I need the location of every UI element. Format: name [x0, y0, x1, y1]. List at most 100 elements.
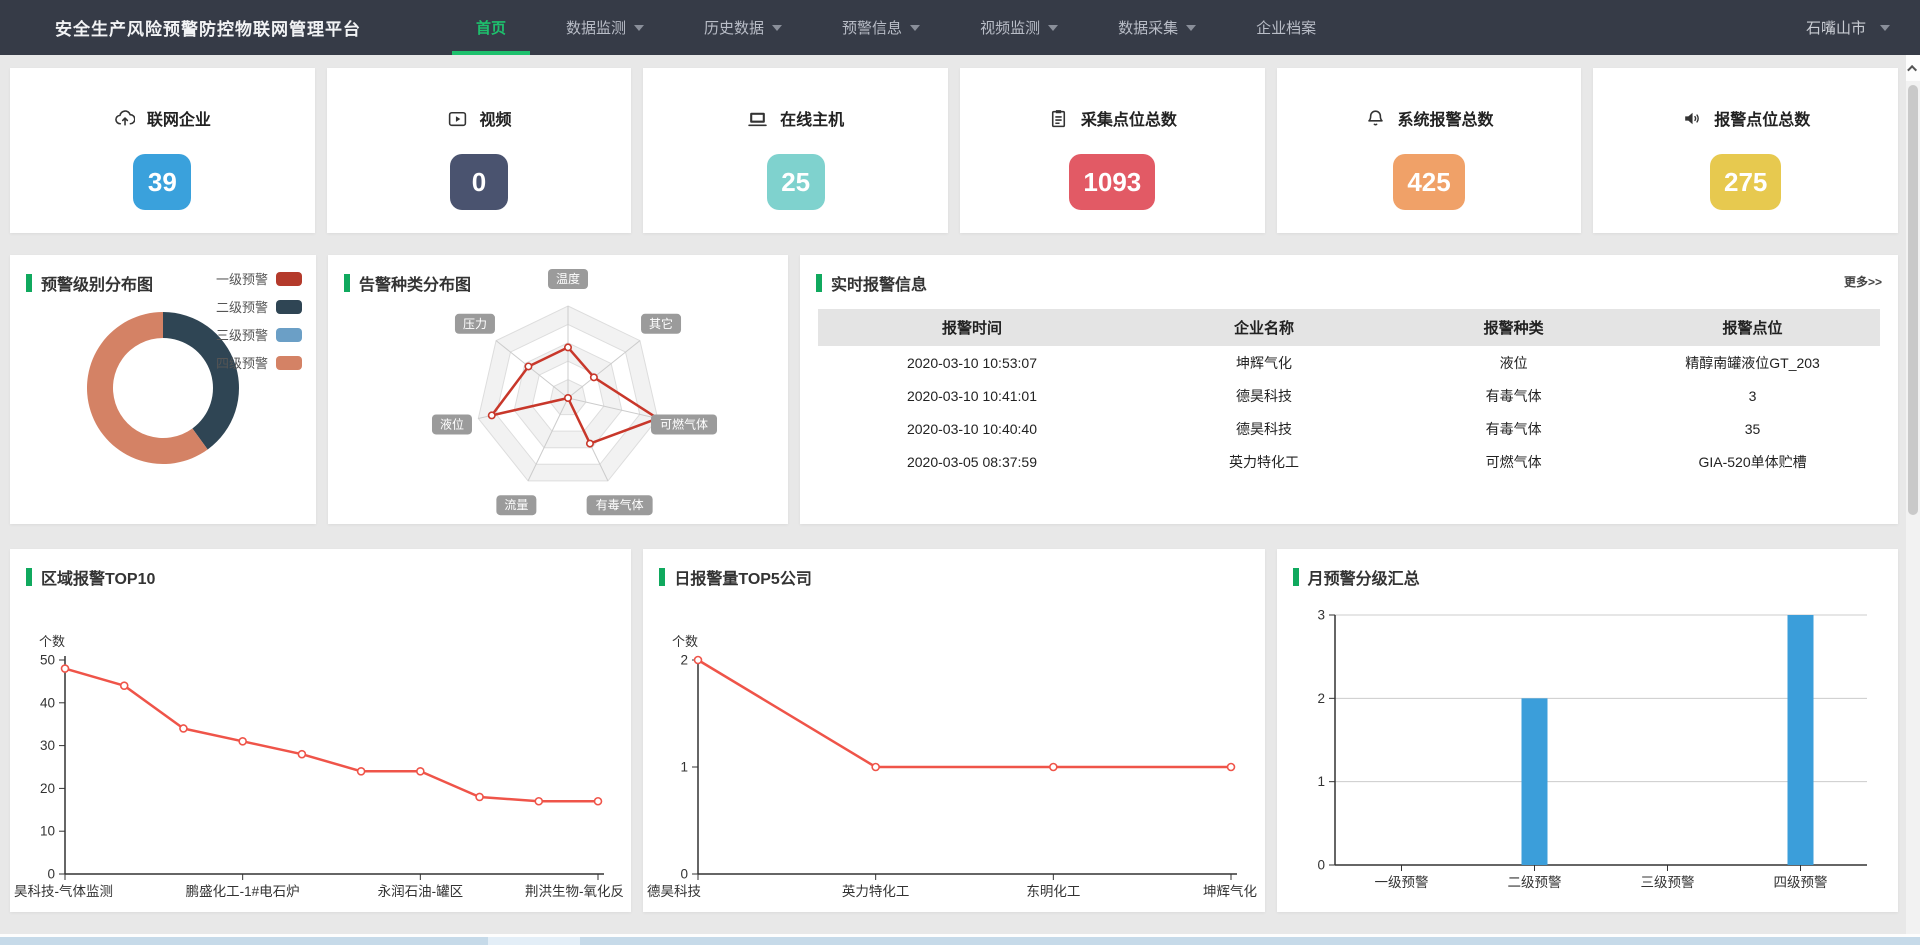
panel-title: 实时报警信息 — [800, 255, 1898, 295]
more-link[interactable]: 更多>> — [1844, 273, 1882, 290]
svg-text:三级预警: 三级预警 — [1640, 875, 1694, 890]
stat-value-badge: 275 — [1710, 154, 1781, 210]
legend-label: 四级预警 — [216, 353, 268, 372]
nav-item-home[interactable]: 首页 — [446, 0, 536, 55]
legend-label: 一级预警 — [216, 269, 268, 288]
title-accent-bar — [26, 274, 32, 292]
chevron-down-icon — [1186, 25, 1196, 31]
region-selector[interactable]: 石嘴山市 — [1806, 17, 1890, 38]
stat-label: 在线主机 — [780, 106, 844, 130]
cell-alarm-point: GIA-520单体贮槽 — [1625, 445, 1880, 478]
panel-title-text: 区域报警TOP10 — [41, 565, 155, 589]
legend-item[interactable]: 四级预警 — [216, 353, 302, 372]
cell-enterprise-name: 德昊科技 — [1126, 412, 1402, 445]
stat-label: 报警点位总数 — [1714, 106, 1810, 130]
nav-item-video-monitor[interactable]: 视频监测 — [950, 0, 1088, 55]
video-icon — [447, 108, 468, 129]
svg-text:有毒气体: 有毒气体 — [596, 497, 644, 512]
middle-row: 预警级别分布图 一级预警 二级预警 三级预警 四级预警 告警种 — [10, 255, 1898, 524]
panel-title-text: 日报警量TOP5公司 — [674, 565, 812, 589]
nav-item-data-monitor[interactable]: 数据监测 — [536, 0, 674, 55]
table-row: 2020-03-10 10:41:01 德昊科技 有毒气体 3 — [818, 379, 1880, 412]
stats-row: 联网企业 39 视频 0 在线主机 25 采集点位总数 1093 系统报警总数 … — [10, 68, 1898, 233]
warning-level-panel: 预警级别分布图 一级预警 二级预警 三级预警 四级预警 — [10, 255, 316, 524]
svg-text:可燃气体: 可燃气体 — [660, 416, 708, 431]
legend-swatch — [276, 328, 302, 342]
vertical-scrollbar-thumb[interactable] — [1908, 85, 1918, 515]
panel-title: 区域报警TOP10 — [10, 549, 631, 589]
svg-text:英力特化工: 英力特化工 — [842, 883, 910, 899]
svg-text:0: 0 — [47, 867, 55, 882]
monthly-warning-panel: 月预警分级汇总 0123一级预警二级预警三级预警四级预警 — [1277, 549, 1898, 912]
nav-item-data-collect[interactable]: 数据采集 — [1088, 0, 1226, 55]
chevron-down-icon — [1880, 25, 1890, 31]
legend-item[interactable]: 三级预警 — [216, 325, 302, 344]
legend-swatch — [276, 272, 302, 286]
svg-text:2: 2 — [1317, 691, 1325, 706]
svg-text:永润石油-罐区: 永润石油-罐区 — [378, 884, 464, 899]
table-header-row: 报警时间 企业名称 报警种类 报警点位 — [818, 309, 1880, 346]
vertical-scrollbar[interactable] — [1906, 55, 1920, 937]
cell-alarm-point: 3 — [1625, 379, 1880, 412]
nav-item-label: 历史数据 — [704, 17, 764, 38]
svg-text:0: 0 — [681, 867, 689, 882]
main-menu: 首页 数据监测 历史数据 预警信息 视频监测 数据采集 企业档案 — [446, 0, 1346, 55]
legend-label: 二级预警 — [216, 297, 268, 316]
svg-text:一级预警: 一级预警 — [1374, 875, 1428, 890]
realtime-alarm-panel: 实时报警信息 更多>> 报警时间 企业名称 报警种类 报警点位 2020-03-… — [800, 255, 1898, 524]
svg-text:1: 1 — [1317, 774, 1325, 789]
nav-item-warning-info[interactable]: 预警信息 — [812, 0, 950, 55]
daily-top5-panel: 日报警量TOP5公司 个数012德昊科技英力特化工东明化工坤辉气化 — [643, 549, 1264, 912]
monthly-warning-bar-chart: 0123一级预警二级预警三级预警四级预警 — [1277, 599, 1895, 909]
legend-swatch — [276, 356, 302, 370]
alarm-type-panel: 告警种类分布图 温度其它可燃气体有毒气体流量液位压力 — [328, 255, 788, 524]
stat-card-system-alarms: 系统报警总数 425 — [1277, 68, 1582, 233]
svg-text:1: 1 — [681, 760, 689, 775]
stat-card-video: 视频 0 — [327, 68, 632, 233]
monitor-icon — [747, 108, 768, 129]
panel-title-text: 告警种类分布图 — [359, 271, 471, 295]
stat-label: 联网企业 — [147, 106, 211, 130]
title-accent-bar — [344, 274, 350, 292]
legend-item[interactable]: 一级预警 — [216, 269, 302, 288]
bell-icon — [1365, 108, 1386, 129]
cell-alarm-time: 2020-03-05 08:37:59 — [818, 445, 1126, 478]
horizontal-scrollbar-thumb[interactable] — [488, 937, 580, 945]
nav-item-history-data[interactable]: 历史数据 — [674, 0, 812, 55]
scroll-up-button[interactable] — [1906, 55, 1920, 81]
svg-text:0: 0 — [1317, 858, 1325, 873]
stat-value-badge: 425 — [1393, 154, 1464, 210]
cell-alarm-point: 精醇南罐液位GT_203 — [1625, 346, 1880, 379]
legend-label: 三级预警 — [216, 325, 268, 344]
svg-text:3: 3 — [1317, 608, 1325, 623]
cell-alarm-point: 35 — [1625, 412, 1880, 445]
horizontal-scrollbar[interactable] — [0, 934, 1920, 945]
stat-label: 系统报警总数 — [1398, 106, 1494, 130]
svg-text:德昊科技: 德昊科技 — [647, 884, 701, 899]
top-nav: 安全生产风险预警防控物联网管理平台 首页 数据监测 历史数据 预警信息 视频监测… — [0, 0, 1920, 55]
stat-card-alarm-points: 报警点位总数 275 — [1593, 68, 1898, 233]
panel-title-text: 月预警分级汇总 — [1308, 565, 1420, 589]
nav-item-enterprise-archive[interactable]: 企业档案 — [1226, 0, 1346, 55]
panel-title: 告警种类分布图 — [328, 255, 788, 295]
speaker-icon — [1681, 108, 1702, 129]
svg-text:昊科技-气体监测: 昊科技-气体监测 — [14, 884, 113, 899]
svg-text:个数: 个数 — [39, 634, 65, 649]
table-row: 2020-03-05 08:37:59 英力特化工 可燃气体 GIA-520单体… — [818, 445, 1880, 478]
legend-item[interactable]: 二级预警 — [216, 297, 302, 316]
svg-text:40: 40 — [40, 695, 55, 710]
svg-text:东明化工: 东明化工 — [1027, 884, 1081, 899]
app-title: 安全生产风险预警防控物联网管理平台 — [55, 15, 361, 40]
chevron-down-icon — [634, 25, 644, 31]
region-name: 石嘴山市 — [1806, 17, 1866, 38]
svg-text:30: 30 — [40, 738, 55, 753]
chevron-down-icon — [772, 25, 782, 31]
stat-card-collect-points: 采集点位总数 1093 — [960, 68, 1265, 233]
svg-text:50: 50 — [40, 653, 55, 668]
cell-alarm-time: 2020-03-10 10:53:07 — [818, 346, 1126, 379]
panel-title-text: 实时报警信息 — [831, 271, 927, 295]
chevron-down-icon — [910, 25, 920, 31]
stat-value-badge: 1093 — [1069, 154, 1155, 210]
col-alarm-time: 报警时间 — [818, 309, 1126, 346]
nav-item-label: 视频监测 — [980, 17, 1040, 38]
